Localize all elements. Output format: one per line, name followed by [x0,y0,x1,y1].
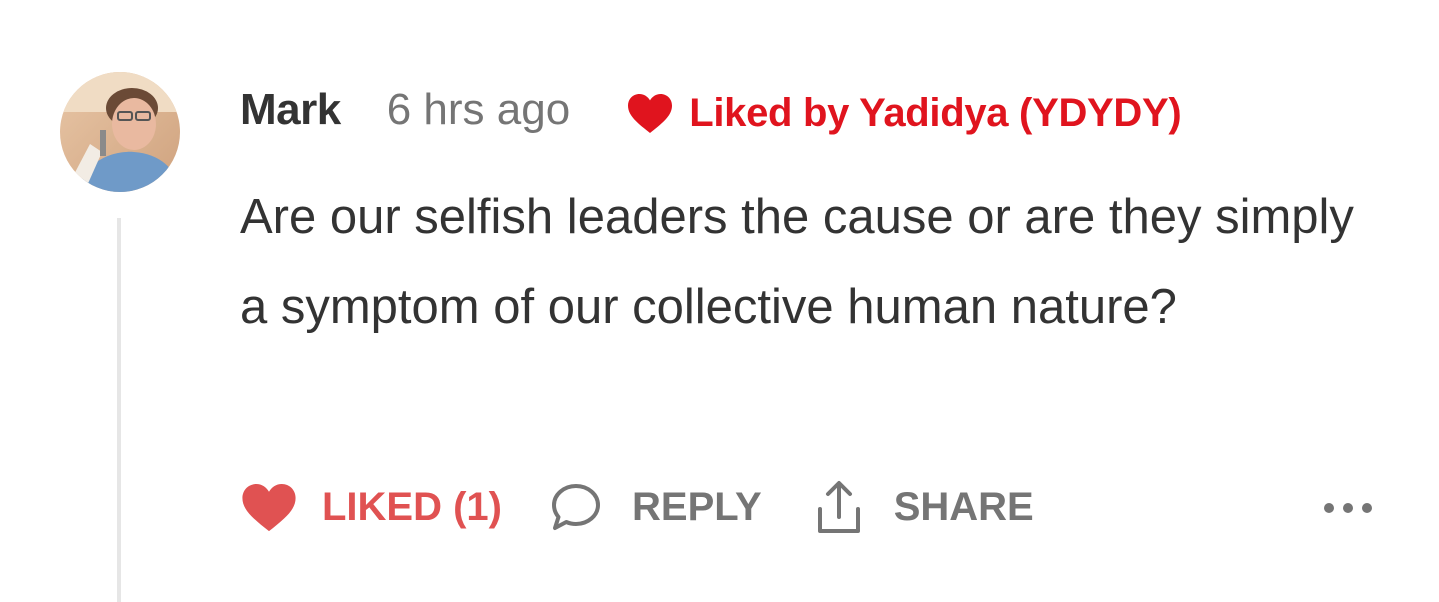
like-label: LIKED (1) [322,484,502,529]
thread-line [117,218,121,602]
like-button[interactable]: LIKED (1) [240,481,502,533]
reply-label: REPLY [632,484,762,529]
more-horizontal-icon [1324,503,1372,513]
speech-bubble-icon [552,484,600,530]
heart-icon [242,484,296,532]
avatar[interactable] [60,72,180,192]
share-button[interactable]: SHARE [816,479,1034,535]
comment-header: Mark 6 hrs ago Liked by Yadidya (YDYDY) [240,80,1182,140]
liked-by-text: Liked by Yadidya (YDYDY) [689,90,1182,135]
comment-body: Are our selfish leaders the cause or are… [240,190,1354,334]
heart-icon [628,94,673,133]
comment-timestamp[interactable]: 6 hrs ago [387,85,570,135]
avatar-image [60,72,180,192]
more-options-button[interactable] [1318,490,1378,526]
author-name[interactable]: Mark [240,85,341,135]
reply-button[interactable]: REPLY [550,482,762,532]
share-label: SHARE [893,484,1034,529]
share-upload-icon [817,481,860,533]
liked-by-badge: Liked by Yadidya (YDYDY) [626,90,1182,136]
comment-actions: LIKED (1) REPLY SHARE [240,477,1034,537]
